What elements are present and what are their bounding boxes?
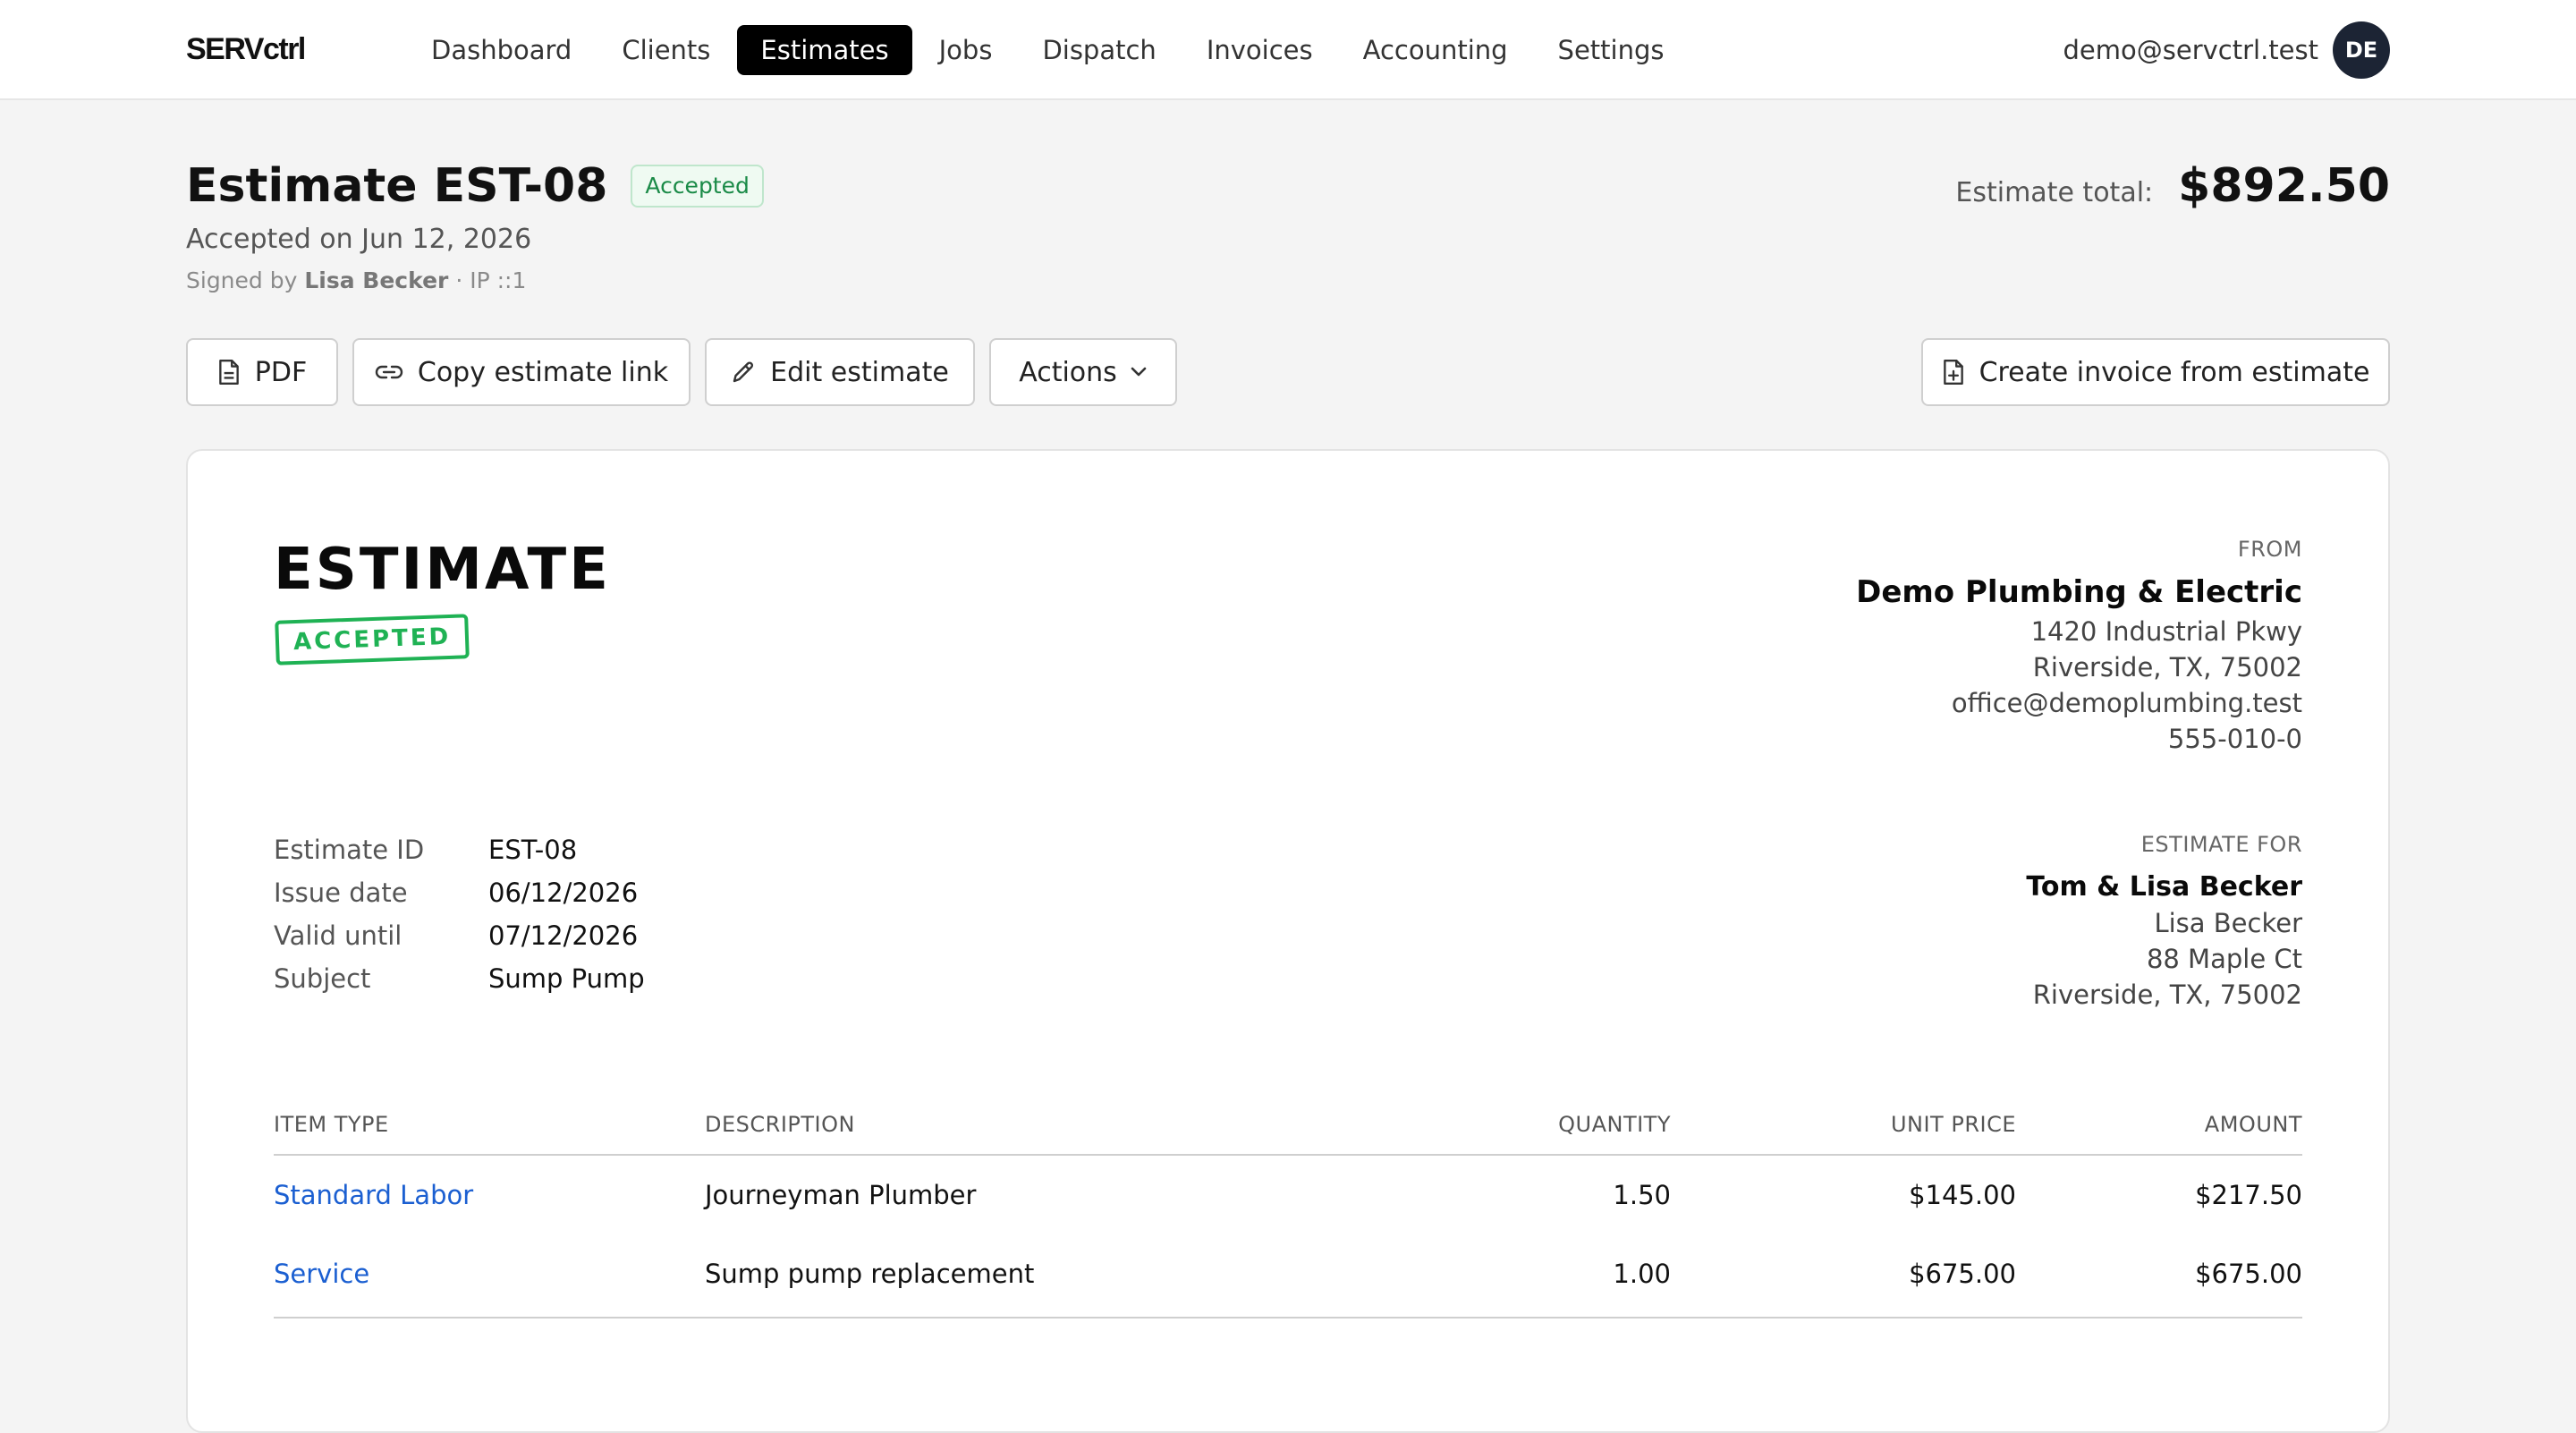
pencil-icon bbox=[733, 361, 754, 383]
signature-info: Signed by Lisa Becker · IP ::1 bbox=[186, 267, 526, 293]
table-row: Standard Labor Journeyman Plumber 1.50 $… bbox=[274, 1156, 2302, 1234]
edit-estimate-button[interactable]: Edit estimate bbox=[705, 338, 975, 406]
col-unit-price: UNIT PRICE bbox=[1890, 1112, 2016, 1137]
item-type-link[interactable]: Service bbox=[274, 1259, 705, 1289]
col-amount: AMOUNT bbox=[2204, 1112, 2302, 1137]
meta-value: 07/12/2026 bbox=[488, 920, 639, 951]
item-quantity: 1.00 bbox=[1613, 1259, 1671, 1289]
signed-ip: · IP ::1 bbox=[455, 267, 527, 293]
company-address-line: 1420 Industrial Pkwy bbox=[2030, 616, 2302, 647]
item-type-link[interactable]: Standard Labor bbox=[274, 1180, 705, 1210]
nav-link-jobs[interactable]: Jobs bbox=[916, 25, 1016, 75]
from-label: FROM bbox=[2237, 537, 2302, 562]
item-description: Sump pump replacement bbox=[705, 1259, 1035, 1289]
meta-value: EST-08 bbox=[488, 835, 578, 865]
nav-link-clients[interactable]: Clients bbox=[598, 25, 733, 75]
actions-label: Actions bbox=[1019, 356, 1117, 388]
user-menu[interactable]: demo@servctrl.test DE bbox=[2063, 21, 2390, 79]
meta-value: Sump Pump bbox=[488, 963, 645, 994]
total-label: Estimate total: bbox=[1955, 177, 2154, 208]
estimate-document: ESTIMATE ACCEPTED FROM Demo Plumbing & E… bbox=[186, 449, 2390, 1433]
accepted-stamp: ACCEPTED bbox=[275, 614, 470, 666]
item-amount: $217.50 bbox=[2195, 1180, 2302, 1210]
col-description: DESCRIPTION bbox=[705, 1112, 855, 1137]
top-nav: SERVctrl Dashboard Clients Estimates Job… bbox=[0, 0, 2576, 100]
user-email: demo@servctrl.test bbox=[2063, 35, 2318, 65]
item-unit-price: $145.00 bbox=[1909, 1180, 2016, 1210]
nav-links: Dashboard Clients Estimates Jobs Dispatc… bbox=[408, 25, 1691, 75]
client-contact: Lisa Becker bbox=[2154, 908, 2302, 938]
item-unit-price: $675.00 bbox=[1909, 1259, 2016, 1289]
col-quantity: QUANTITY bbox=[1558, 1112, 1671, 1137]
from-block: FROM Demo Plumbing & Electric 1420 Indus… bbox=[1856, 537, 2302, 757]
company-email: office@demoplumbing.test bbox=[1951, 688, 2302, 718]
estimate-meta: Estimate ID EST-08 Issue date 06/12/2026… bbox=[274, 828, 645, 1000]
link-icon bbox=[375, 365, 403, 379]
accepted-date: Accepted on Jun 12, 2026 bbox=[186, 224, 532, 255]
nav-link-invoices[interactable]: Invoices bbox=[1183, 25, 1336, 75]
client-address-line: 88 Maple Ct bbox=[2146, 944, 2302, 974]
signer-name: Lisa Becker bbox=[304, 267, 449, 293]
signed-prefix: Signed by bbox=[186, 267, 298, 293]
table-divider bbox=[274, 1317, 2302, 1319]
estimate-for-label: ESTIMATE FOR bbox=[2140, 832, 2302, 857]
total-value: $892.50 bbox=[2178, 159, 2390, 213]
pdf-button[interactable]: PDF bbox=[186, 338, 338, 406]
meta-key: Estimate ID bbox=[274, 835, 425, 865]
item-quantity: 1.50 bbox=[1613, 1180, 1671, 1210]
item-description: Journeyman Plumber bbox=[705, 1180, 977, 1210]
status-badge: Accepted bbox=[631, 165, 764, 208]
create-invoice-button[interactable]: Create invoice from estimate bbox=[1921, 338, 2390, 406]
create-invoice-label: Create invoice from estimate bbox=[1979, 356, 2370, 388]
edit-estimate-label: Edit estimate bbox=[770, 356, 949, 388]
item-amount: $675.00 bbox=[2195, 1259, 2302, 1289]
meta-key: Subject bbox=[274, 963, 371, 994]
chevron-down-icon bbox=[1131, 367, 1147, 377]
title-row: Estimate EST-08 Accepted bbox=[186, 159, 764, 213]
meta-value: 06/12/2026 bbox=[488, 878, 639, 908]
company-name: Demo Plumbing & Electric bbox=[1856, 574, 2302, 610]
company-city-line: Riverside, TX, 75002 bbox=[2032, 652, 2302, 683]
meta-row: Subject Sump Pump bbox=[274, 957, 645, 1000]
nav-link-dashboard[interactable]: Dashboard bbox=[408, 25, 595, 75]
nav-link-estimates[interactable]: Estimates bbox=[737, 25, 912, 75]
page-title: Estimate EST-08 bbox=[186, 159, 608, 213]
copy-link-label: Copy estimate link bbox=[417, 356, 669, 388]
nav-link-settings[interactable]: Settings bbox=[1535, 25, 1688, 75]
table-header: ITEM TYPE DESCRIPTION QUANTITY UNIT PRIC… bbox=[274, 1095, 2302, 1156]
nav-link-accounting[interactable]: Accounting bbox=[1340, 25, 1531, 75]
actions-dropdown[interactable]: Actions bbox=[989, 338, 1177, 406]
client-name: Tom & Lisa Becker bbox=[2026, 871, 2302, 903]
file-icon bbox=[218, 359, 239, 386]
estimate-total: Estimate total: $892.50 bbox=[1955, 159, 2390, 213]
meta-row: Valid until 07/12/2026 bbox=[274, 914, 645, 957]
meta-row: Estimate ID EST-08 bbox=[274, 828, 645, 871]
estimate-for-block: ESTIMATE FOR Tom & Lisa Becker Lisa Beck… bbox=[2026, 832, 2302, 1013]
nav-link-dispatch[interactable]: Dispatch bbox=[1019, 25, 1179, 75]
meta-row: Issue date 06/12/2026 bbox=[274, 871, 645, 914]
file-plus-icon bbox=[1943, 359, 1963, 386]
col-item-type: ITEM TYPE bbox=[274, 1112, 389, 1137]
document-title: ESTIMATE bbox=[274, 537, 611, 603]
client-city-line: Riverside, TX, 75002 bbox=[2032, 979, 2302, 1010]
copy-link-button[interactable]: Copy estimate link bbox=[352, 338, 691, 406]
app-logo[interactable]: SERVctrl bbox=[186, 32, 306, 67]
meta-key: Valid until bbox=[274, 920, 402, 951]
line-items-table: ITEM TYPE DESCRIPTION QUANTITY UNIT PRIC… bbox=[274, 1095, 2302, 1319]
company-phone: 555-010-0 bbox=[2167, 724, 2302, 754]
avatar[interactable]: DE bbox=[2333, 21, 2390, 79]
table-row: Service Sump pump replacement 1.00 $675.… bbox=[274, 1234, 2302, 1313]
meta-key: Issue date bbox=[274, 878, 408, 908]
pdf-button-label: PDF bbox=[254, 356, 308, 388]
